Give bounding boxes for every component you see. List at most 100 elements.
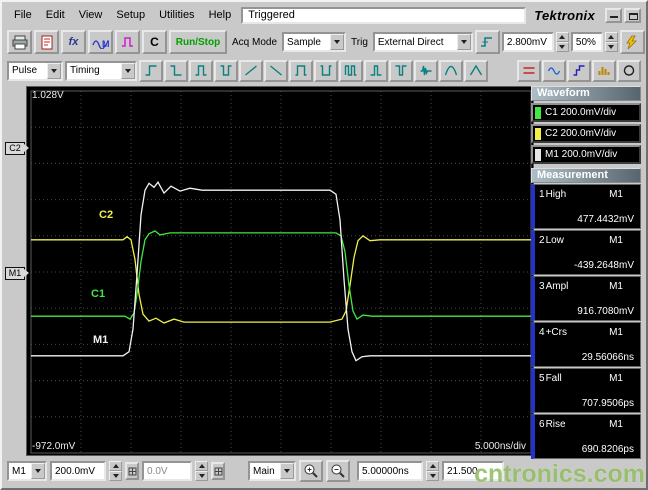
trace-label-c1: C1: [91, 288, 106, 300]
horizontal-scale-spinner[interactable]: [426, 461, 439, 481]
pos-pulse-icon-button[interactable]: [189, 59, 213, 82]
waveform-button-c2[interactable]: C2 200.0mV/div: [531, 124, 641, 143]
measure-category-dropdown-arrow-icon[interactable]: [121, 62, 135, 79]
spin-down-icon[interactable]: [604, 42, 618, 52]
acq-mode-select[interactable]: Sample: [282, 32, 347, 52]
sine-icon-button[interactable]: [542, 59, 566, 82]
run-stop-button[interactable]: Run/Stop: [169, 30, 227, 54]
menu-setup[interactable]: Setup: [109, 7, 152, 23]
measurement-rise[interactable]: 6 Rise M1 690.8206ps: [531, 414, 641, 459]
measurement-name: High: [545, 189, 567, 200]
spin-up-icon[interactable]: [426, 461, 439, 471]
restore-button[interactable]: [624, 7, 641, 23]
measurement-name: Ampl: [545, 281, 569, 292]
steps-icon-button[interactable]: [567, 59, 591, 82]
vertical-scale-keypad-button[interactable]: [125, 462, 139, 480]
source-select[interactable]: M1: [7, 461, 47, 481]
intensity-field[interactable]: 50%: [570, 32, 603, 52]
trig-source-select[interactable]: External Direct: [372, 32, 473, 52]
waveform-button-m1[interactable]: M1 200.0mV/div: [531, 145, 641, 164]
menu-bar-items: File Edit View Setup Utilities Help: [7, 7, 238, 23]
mask-icon-button[interactable]: [617, 59, 641, 82]
signal-type-value: Pulse: [12, 65, 38, 76]
spin-down-icon[interactable]: [555, 42, 569, 52]
menu-utilities[interactable]: Utilities: [152, 7, 201, 23]
zoom-out-button[interactable]: [326, 460, 350, 482]
measurement-ampl[interactable]: 3 Ampl M1 916.7080mV: [531, 276, 641, 321]
rise-ramp-icon-button[interactable]: [239, 59, 263, 82]
rise-edge-icon-button[interactable]: [139, 59, 163, 82]
cursors-icon-button[interactable]: [517, 59, 541, 82]
intensity-spinner[interactable]: [604, 32, 618, 52]
trig-level-field[interactable]: 2.800mV: [501, 32, 554, 52]
triangle-icon-button[interactable]: [464, 59, 488, 82]
burst-icon-button[interactable]: [414, 59, 438, 82]
spin-down-icon[interactable]: [109, 471, 122, 481]
vertical-offset-keypad-button[interactable]: [211, 462, 225, 480]
channel-c-button[interactable]: C: [142, 30, 167, 54]
vertical-offset-spinner[interactable]: [195, 461, 208, 481]
measurement-crs[interactable]: 4 +Crs M1 29.56066ns: [531, 322, 641, 367]
fx-icon: fx: [68, 36, 79, 48]
trig-label: Trig: [351, 36, 368, 48]
vertical-offset-field[interactable]: 0.0V: [142, 461, 192, 481]
acq-mode-dropdown-arrow-icon[interactable]: [330, 34, 345, 50]
histogram-icon-button[interactable]: [592, 59, 616, 82]
vertical-scale-spinner[interactable]: [109, 461, 122, 481]
menu-edit[interactable]: Edit: [39, 7, 72, 23]
minimize-button[interactable]: [605, 7, 622, 23]
spin-down-icon[interactable]: [195, 471, 208, 481]
burst-icon: [420, 65, 432, 76]
gauss-icon-button[interactable]: [439, 59, 463, 82]
trig-dropdown-arrow-icon[interactable]: [456, 34, 471, 50]
pulse-train-icon-button[interactable]: [339, 59, 363, 82]
view-dropdown-arrow-icon[interactable]: [280, 463, 294, 479]
page-setup-button[interactable]: [34, 30, 59, 54]
channel-marker-c2[interactable]: C2: [5, 142, 29, 155]
menu-view[interactable]: View: [72, 7, 110, 23]
spin-up-icon[interactable]: [109, 461, 122, 471]
spin-down-icon[interactable]: [426, 471, 439, 481]
source-dropdown-arrow-icon[interactable]: [31, 463, 45, 479]
measure-category-select[interactable]: Timing: [65, 60, 137, 81]
trig-level-spinner[interactable]: [555, 32, 569, 52]
menu-help[interactable]: Help: [202, 7, 239, 23]
pos-pulse-icon: [195, 65, 207, 76]
signal-type-dropdown-arrow-icon[interactable]: [47, 62, 61, 79]
histogram-icon: [598, 67, 610, 75]
fall-ramp-icon-button[interactable]: [264, 59, 288, 82]
channel-color-chip: [535, 148, 541, 161]
measurement-low[interactable]: 2 Low M1 -439.2648mV: [531, 230, 641, 275]
touchscreen-button[interactable]: [619, 30, 645, 54]
pos-pulse-narrow-icon-button[interactable]: [364, 59, 388, 82]
spin-up-icon[interactable]: [195, 461, 208, 471]
waveform-toolbar: Pulse Timing: [7, 57, 641, 84]
fall-edge-icon-button[interactable]: [164, 59, 188, 82]
print-button[interactable]: [7, 30, 32, 54]
menu-file[interactable]: File: [7, 7, 39, 23]
horizontal-scale-field[interactable]: 5.00000ns: [357, 461, 423, 481]
view-select[interactable]: Main: [248, 461, 296, 481]
vertical-scale-field[interactable]: 200.0mV: [50, 461, 106, 481]
neg-pulse-icon-button[interactable]: [214, 59, 238, 82]
measurement-high[interactable]: 1 High M1 477.4432mV: [531, 184, 641, 229]
spin-up-icon[interactable]: [604, 32, 618, 42]
math-button[interactable]: M: [88, 30, 113, 54]
waveform-display[interactable]: 1.028V -972.0mV 5.000ns/div C2 C1 M1: [26, 86, 534, 456]
pulse-mode-button[interactable]: [115, 30, 140, 54]
mask-icon: [623, 65, 635, 76]
zoom-in-button[interactable]: [299, 460, 323, 482]
trig-slope-button[interactable]: [474, 30, 500, 54]
neg-pulse-narrow-icon-button[interactable]: [389, 59, 413, 82]
waveform-button-c1[interactable]: C1 200.0mV/div: [531, 103, 641, 122]
spin-up-icon[interactable]: [555, 32, 569, 42]
signal-type-select[interactable]: Pulse: [7, 60, 63, 81]
waveform-channel-list: C1 200.0mV/div C2 200.0mV/div M1 200.0mV/d…: [531, 103, 641, 164]
lightning-icon: [626, 35, 638, 49]
fx-button[interactable]: fx: [61, 30, 86, 54]
neg-pulse-wide-icon-button[interactable]: [314, 59, 338, 82]
channel-marker-m1[interactable]: M1: [5, 267, 29, 280]
pos-pulse-wide-icon-button[interactable]: [289, 59, 313, 82]
minimize-icon: [610, 15, 618, 18]
measurement-fall[interactable]: 5 Fall M1 707.9506ps: [531, 368, 641, 413]
